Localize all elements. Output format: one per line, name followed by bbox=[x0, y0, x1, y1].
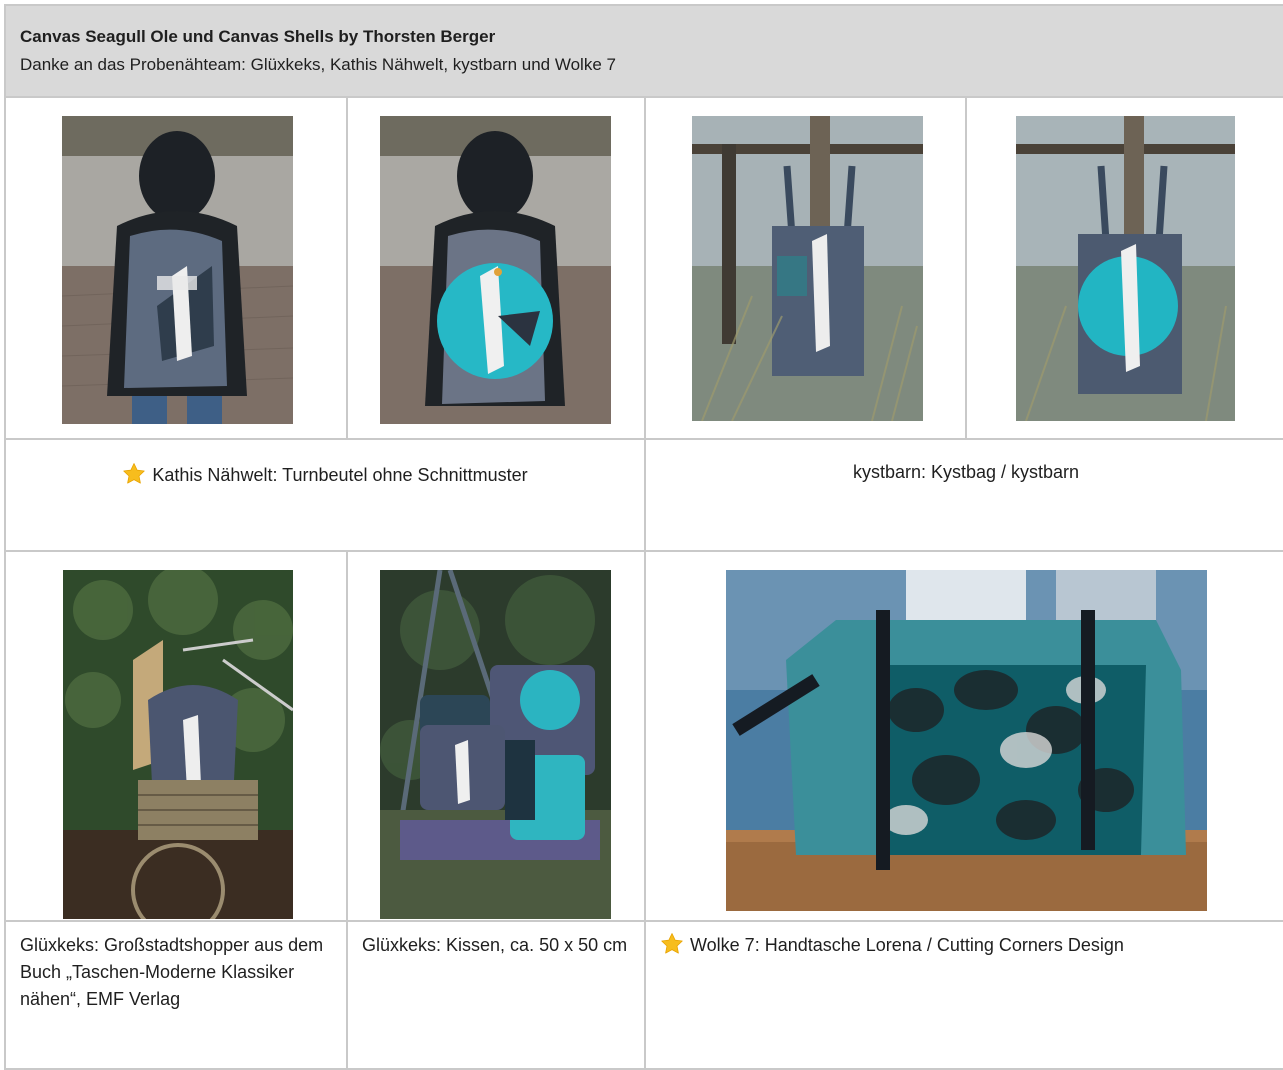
backpack-boy-photo[interactable] bbox=[380, 116, 611, 424]
caption-handtasche: Wolke 7: Handtasche Lorena / Cutting Cor… bbox=[643, 920, 1283, 1070]
bicycle-basket-bag-photo[interactable] bbox=[63, 570, 293, 919]
photo-cell-5 bbox=[4, 550, 348, 922]
caption-text: Wolke 7: Handtasche Lorena / Cutting Cor… bbox=[690, 935, 1124, 955]
caption-kystbarn: kystbarn: Kystbag / kystbarn bbox=[643, 438, 1283, 552]
tote-bag-fence-photo[interactable] bbox=[692, 116, 923, 421]
star-icon bbox=[660, 932, 684, 956]
star-icon bbox=[122, 462, 146, 486]
page-title: Canvas Seagull Ole und Canvas Shells by … bbox=[20, 27, 496, 46]
photo-cell-2 bbox=[346, 96, 646, 440]
caption-kathis: Kathis Nähwelt: Turnbeutel ohne Schnittm… bbox=[4, 438, 646, 552]
handbag-table-photo[interactable] bbox=[726, 570, 1207, 911]
caption-grossstadtshopper: Glüxkeks: Großstadtshopper aus dem Buch … bbox=[4, 920, 348, 1070]
tote-bag-fence-photo[interactable] bbox=[1016, 116, 1235, 421]
photo-cell-3 bbox=[644, 96, 967, 440]
page-subtitle: Danke an das Probenähteam: Glüxkeks, Kat… bbox=[20, 55, 616, 74]
caption-text: kystbarn: Kystbag / kystbarn bbox=[852, 462, 1080, 482]
caption-text: Kathis Nähwelt: Turnbeutel ohne Schnittm… bbox=[152, 465, 528, 485]
caption-text: Glüxkeks: Kissen, ca. 50 x 50 cm bbox=[362, 935, 628, 955]
caption-kissen: Glüxkeks: Kissen, ca. 50 x 50 cm bbox=[346, 920, 646, 1070]
header-cell: Canvas Seagull Ole und Canvas Shells by … bbox=[3, 4, 1283, 98]
photo-cell-1 bbox=[4, 96, 348, 440]
backpack-boy-photo[interactable] bbox=[62, 116, 293, 424]
photo-cell-6 bbox=[346, 550, 646, 922]
gallery-table: Canvas Seagull Ole und Canvas Shells by … bbox=[3, 4, 1283, 1070]
photo-cell-7 bbox=[643, 550, 1283, 922]
pillows-swing-photo[interactable] bbox=[380, 570, 611, 919]
caption-text: Glüxkeks: Großstadtshopper aus dem Buch … bbox=[20, 935, 324, 1009]
photo-cell-4 bbox=[964, 96, 1283, 440]
